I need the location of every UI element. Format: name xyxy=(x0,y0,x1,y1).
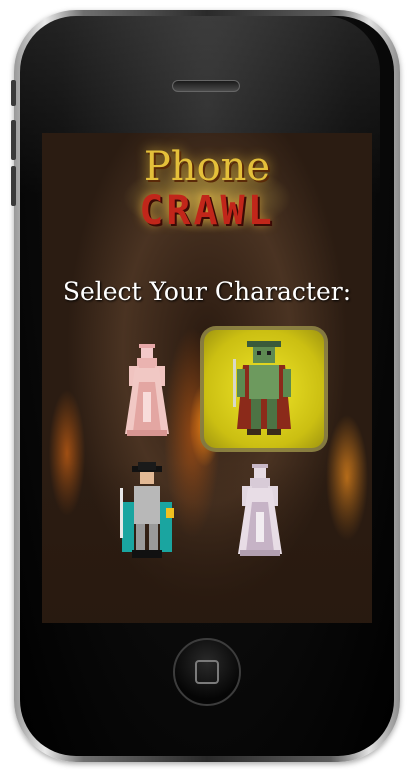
volume-down-button xyxy=(11,166,16,206)
volume-up-button xyxy=(11,120,16,160)
character-slot-black-hat-swordsman[interactable] xyxy=(87,453,207,571)
character-slot-green-knight[interactable] xyxy=(200,326,328,452)
black-hat-swordsman-character-icon xyxy=(120,462,174,558)
green-armored-knight-character-icon xyxy=(233,341,291,435)
pink-ghost-lady-character-icon xyxy=(125,344,169,436)
character-slot-white-ghost[interactable] xyxy=(200,453,320,571)
logo-phone-text: Phone xyxy=(143,144,271,190)
logo-crawl-text: CRAWL xyxy=(139,188,275,234)
mute-switch xyxy=(11,80,16,106)
home-button[interactable] xyxy=(173,638,241,706)
white-ghost-lady-character-icon xyxy=(238,464,282,556)
character-slot-pink-ghost[interactable] xyxy=(87,333,207,451)
home-square-icon xyxy=(195,660,219,684)
select-character-heading: Select Your Character: xyxy=(62,277,352,306)
game-screen: Phone CRAWL Select Your Character: xyxy=(42,133,372,623)
earpiece-speaker xyxy=(172,80,240,92)
